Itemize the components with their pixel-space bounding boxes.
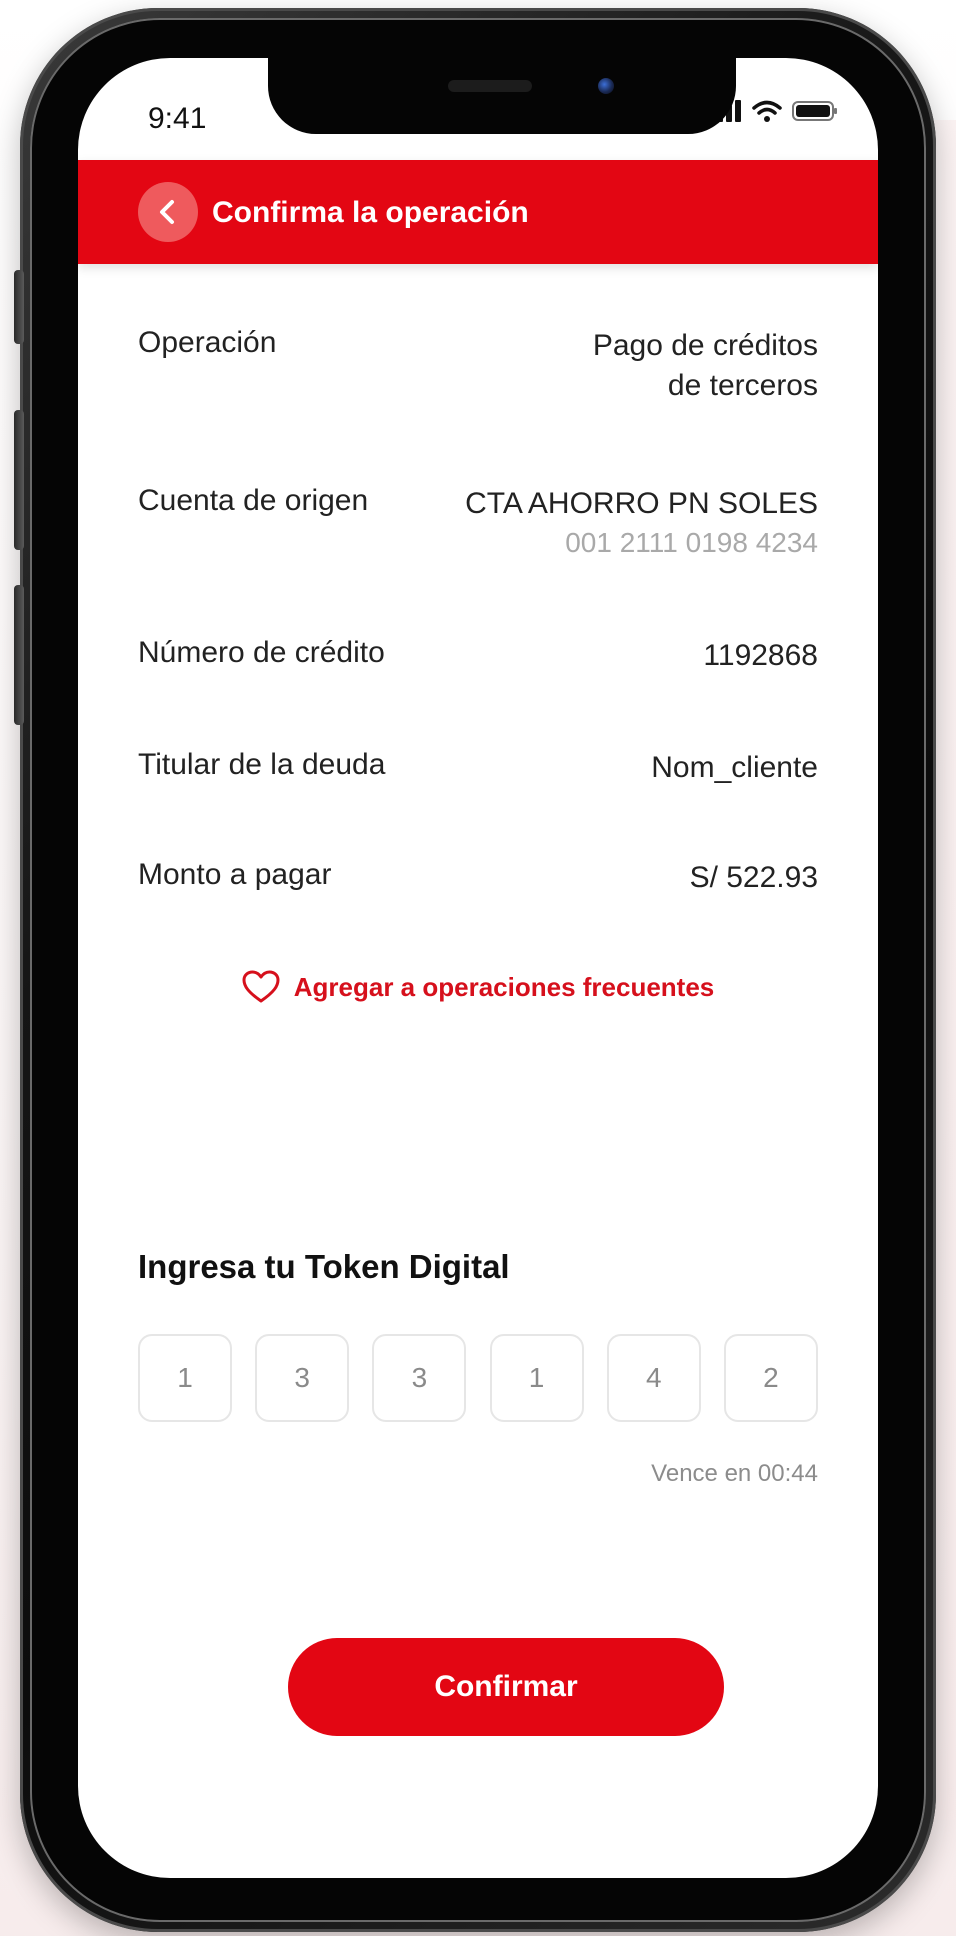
phone-notch xyxy=(268,58,736,134)
detail-row-operation: Operación Pago de créditos de terceros xyxy=(138,326,818,406)
add-favorite-button[interactable]: Agregar a operaciones frecuentes xyxy=(78,970,878,1004)
speaker-grille xyxy=(448,80,532,92)
token-input-group: 1 3 3 1 4 2 xyxy=(138,1334,818,1422)
detail-value-block: CTA AHORRO PN SOLES 001 2111 0198 4234 xyxy=(465,484,818,562)
status-time: 9:41 xyxy=(148,102,207,135)
detail-label: Cuenta de origen xyxy=(138,484,369,517)
phone-silent-switch xyxy=(14,270,24,344)
battery-icon xyxy=(792,101,837,121)
back-button[interactable] xyxy=(138,182,198,242)
detail-row-origin-account: Cuenta de origen CTA AHORRO PN SOLES 001… xyxy=(138,484,818,562)
page-title: Confirma la operación xyxy=(212,196,529,229)
detail-value-block: Pago de créditos de terceros xyxy=(593,326,818,406)
app-header: Confirma la operación xyxy=(78,160,878,264)
detail-label: Operación xyxy=(138,326,277,359)
detail-value: 1192868 xyxy=(703,639,818,672)
confirm-button[interactable]: Confirmar xyxy=(288,1638,724,1736)
detail-value: CTA AHORRO PN SOLES xyxy=(465,487,818,520)
add-favorite-label: Agregar a operaciones frecuentes xyxy=(293,971,715,1002)
front-camera xyxy=(598,78,614,94)
app-stage: 9:41 Confirma la operación Operación Pag… xyxy=(0,0,956,1936)
token-digit-1[interactable]: 1 xyxy=(138,1334,232,1422)
detail-row-amount: Monto a pagar S/ 522.93 xyxy=(138,858,818,898)
phone-screen: 9:41 Confirma la operación Operación Pag… xyxy=(78,58,878,1878)
phone-volume-down-button xyxy=(14,585,24,725)
detail-row-credit-number: Número de crédito 1192868 xyxy=(138,636,818,676)
detail-label: Número de crédito xyxy=(138,636,385,669)
token-digit-3[interactable]: 3 xyxy=(372,1334,467,1422)
detail-label: Titular de la deuda xyxy=(138,748,386,781)
detail-value: S/ 522.93 xyxy=(689,861,818,894)
token-digit-2[interactable]: 3 xyxy=(255,1334,350,1422)
token-title: Ingresa tu Token Digital xyxy=(138,1248,510,1285)
chevron-left-icon xyxy=(160,200,174,224)
token-expiry-timer: Vence en 00:44 xyxy=(651,1460,818,1487)
detail-value: Pago de créditos xyxy=(592,329,818,362)
token-digit-4[interactable]: 1 xyxy=(489,1334,584,1422)
phone-volume-up-button xyxy=(14,410,24,550)
detail-label: Monto a pagar xyxy=(138,858,332,891)
detail-value-line2: de terceros xyxy=(667,369,818,402)
detail-value: Nom_cliente xyxy=(651,751,818,784)
heart-outline-icon xyxy=(242,970,280,1003)
token-digit-5[interactable]: 4 xyxy=(606,1334,701,1422)
wifi-icon xyxy=(752,100,782,122)
account-number: 001 2111 0198 4234 xyxy=(565,527,818,558)
token-digit-6[interactable]: 2 xyxy=(723,1334,818,1422)
detail-row-debt-holder: Titular de la deuda Nom_cliente xyxy=(138,748,818,788)
